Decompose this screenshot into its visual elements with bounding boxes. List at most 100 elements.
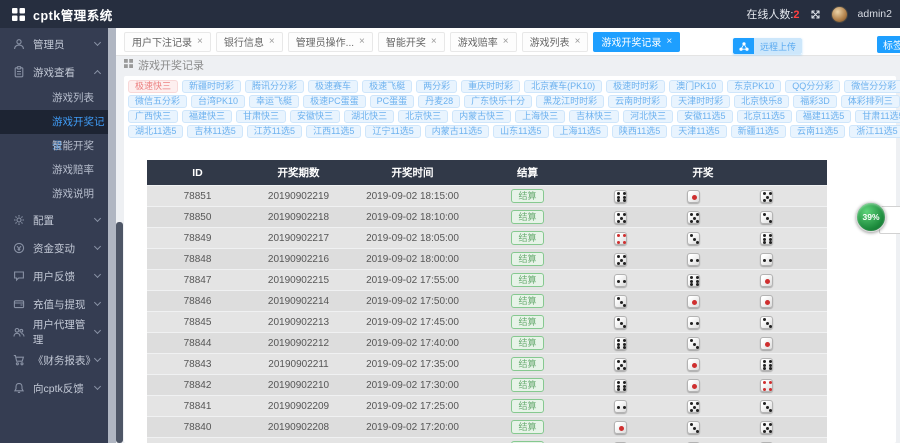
tab[interactable]: 游戏赔率× [450,32,517,52]
game-tag[interactable]: 北京赛车(PK10) [524,80,602,93]
game-tag[interactable]: 安徽11选5 [677,110,732,123]
game-tag[interactable]: 辽宁11选5 [365,125,420,138]
avatar[interactable] [831,6,848,23]
tab-options-button[interactable]: 标签 [877,36,900,53]
tab[interactable]: 智能开奖× [378,32,445,52]
game-tag[interactable]: 湖北11选5 [128,125,183,138]
game-tag[interactable]: 北京11选5 [737,110,792,123]
settle-button[interactable]: 结算 [511,273,543,287]
sidebar-item[interactable]: 配置 [0,206,108,234]
tab[interactable]: 游戏开奖记录× [593,32,680,52]
settle-button[interactable]: 结算 [511,315,543,329]
game-tag[interactable]: 腾讯分分彩 [245,80,304,93]
game-tag[interactable]: 山东11选5 [493,125,548,138]
sidebar-scrollbar[interactable] [108,28,116,443]
game-tag[interactable]: 浙江11选5 [849,125,900,138]
game-tag[interactable]: 体彩排列三 [841,95,900,108]
game-tag[interactable]: 甘肃快三 [236,110,286,123]
sidebar-item[interactable]: 用户代理管理 [0,318,108,346]
sidebar-item[interactable]: 充值与提现 [0,290,108,318]
game-tag[interactable]: 内蒙古快三 [452,110,511,123]
settle-button[interactable]: 结算 [511,357,543,371]
game-tag[interactable]: 北京快乐8 [734,95,789,108]
game-tag[interactable]: 湖北快三 [344,110,394,123]
tab-close-icon[interactable]: × [359,36,365,47]
game-tag[interactable]: 陕西11选5 [612,125,667,138]
remote-upload-button[interactable]: 远程上传 [733,38,802,54]
game-tag[interactable]: 台湾PK10 [191,95,245,108]
settle-button[interactable]: 结算 [511,420,543,434]
game-tag[interactable]: 北京快三 [398,110,448,123]
game-tag[interactable]: PC蛋蛋 [370,95,415,108]
game-tag[interactable]: 上海11选5 [553,125,608,138]
tab-close-icon[interactable]: × [269,36,275,47]
game-tag[interactable]: 新疆时时彩 [182,80,241,93]
game-tag[interactable]: 云南时时彩 [608,95,667,108]
game-tag[interactable]: 两分彩 [416,80,457,93]
settle-button[interactable]: 结算 [511,399,543,413]
tab-close-icon[interactable]: × [197,36,203,47]
game-tag[interactable]: 新疆11选5 [731,125,786,138]
game-tag[interactable]: 福建快三 [182,110,232,123]
sidebar-item[interactable]: 《财务报表》 [0,346,108,374]
game-tag[interactable]: 幸运飞艇 [249,95,299,108]
game-tag[interactable]: 吉林11选5 [187,125,242,138]
settle-button[interactable]: 结算 [511,378,543,392]
game-tag[interactable]: 极速时时彩 [606,80,665,93]
game-tag[interactable]: 澳门PK10 [669,80,723,93]
sidebar-subitem[interactable]: 游戏开奖记录 [0,110,108,134]
tab-close-icon[interactable]: × [431,36,437,47]
game-tag[interactable]: 福建11选5 [796,110,851,123]
sidebar-item[interactable]: 用户反馈 [0,262,108,290]
username[interactable]: admin2 [858,8,892,20]
tab[interactable]: 用户下注记录× [124,32,211,52]
settle-button[interactable]: 结算 [511,252,543,266]
sidebar-item[interactable]: 管理员 [0,30,108,58]
game-tag[interactable]: 极速赛车 [308,80,358,93]
game-tag[interactable]: 甘肃11选5 [855,110,900,123]
game-tag[interactable]: 重庆时时彩 [461,80,520,93]
sidebar-subitem[interactable]: 游戏说明 [0,182,108,206]
game-tag[interactable]: 安徽快三 [290,110,340,123]
game-tag[interactable]: 极速PC蛋蛋 [303,95,366,108]
sidebar-item[interactable]: 资金变动 [0,234,108,262]
game-tag[interactable]: 江苏11选5 [247,125,302,138]
tab[interactable]: 游戏列表× [522,32,589,52]
settle-button[interactable]: 结算 [511,189,543,203]
game-tag[interactable]: 微信五分彩 [128,95,187,108]
sidebar-subitem[interactable]: 智能开奖 [0,134,108,158]
content-scrollbar-thumb[interactable] [116,222,123,443]
fullscreen-icon[interactable] [810,9,821,20]
game-tag[interactable]: 内蒙古11选5 [425,125,489,138]
settle-button[interactable]: 结算 [511,231,543,245]
game-tag[interactable]: 天津11选5 [671,125,726,138]
game-tag[interactable]: 云南11选5 [790,125,845,138]
game-tag[interactable]: 微信分分彩 [844,80,900,93]
game-tag[interactable]: 广西快三 [128,110,178,123]
sidebar-item[interactable]: 向cptk反馈 [0,374,108,402]
tab[interactable]: 管理员操作...× [288,32,373,52]
game-tag[interactable]: 河北快三 [623,110,673,123]
game-tag[interactable]: 福彩3D [793,95,837,108]
game-tag[interactable]: 江西11选5 [306,125,361,138]
settle-button[interactable]: 结算 [511,336,543,350]
game-tag[interactable]: 黑龙江时时彩 [536,95,604,108]
game-tag[interactable]: QQ分分彩 [785,80,840,93]
game-tag[interactable]: 极速飞艇 [362,80,412,93]
game-tag[interactable]: 极速快三 [128,80,178,93]
tab-close-icon[interactable]: × [666,36,672,47]
tab-close-icon[interactable]: × [575,36,581,47]
settle-button[interactable]: 结算 [511,210,543,224]
game-tag[interactable]: 东京PK10 [727,80,781,93]
game-tag[interactable]: 吉林快三 [569,110,619,123]
monitor-percent-badge[interactable]: 39% [856,202,886,232]
game-tag[interactable]: 天津时时彩 [671,95,730,108]
game-tag[interactable]: 广东快乐十分 [464,95,532,108]
settle-button[interactable]: 结算 [511,294,543,308]
game-tag[interactable]: 上海快三 [515,110,565,123]
sidebar-subitem[interactable]: 游戏列表 [0,86,108,110]
sidebar-item[interactable]: 游戏查看 [0,58,108,86]
tab[interactable]: 银行信息× [216,32,283,52]
tab-close-icon[interactable]: × [503,36,509,47]
game-tag[interactable]: 丹麦28 [418,95,460,108]
